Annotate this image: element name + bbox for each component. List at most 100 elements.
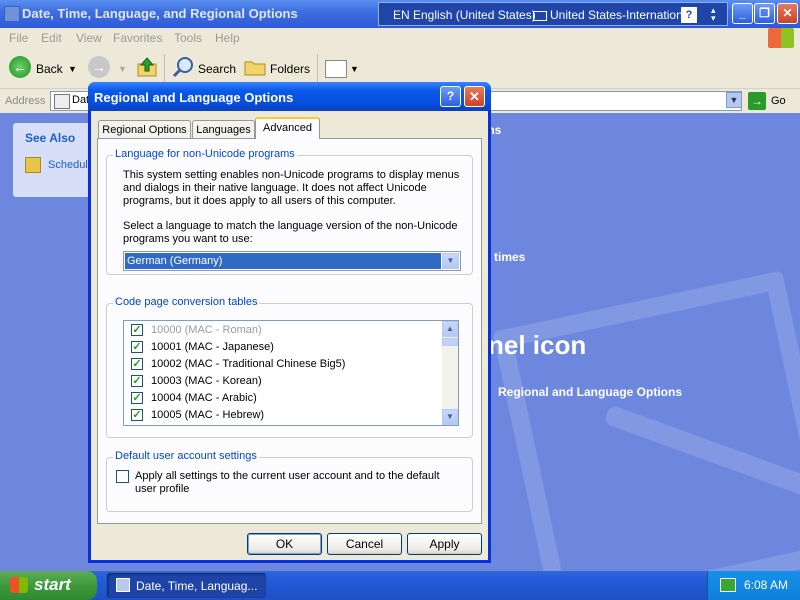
search-button[interactable]: Search [198,62,236,76]
tab-languages[interactable]: Languages [192,120,255,138]
see-also-scheduled-tasks-link[interactable]: Schedule [48,159,94,171]
go-button[interactable]: Go [771,95,786,107]
list-item[interactable]: ✓ 10002 (MAC - Traditional Chinese Big5) [124,356,442,373]
list-item[interactable]: ✓ 10004 (MAC - Arabic) [124,390,442,407]
views-dropdown-icon[interactable]: ▼ [350,64,359,74]
restore-button[interactable]: ❐ [754,3,775,24]
start-label: start [34,575,71,594]
close-button[interactable]: ✕ [777,3,798,24]
minimize-button[interactable]: _ [732,3,753,24]
checkbox[interactable]: ✓ [131,358,143,370]
apply-to-default-user-checkbox[interactable] [116,470,129,483]
clock[interactable]: 6:08 AM [744,578,788,592]
explorer-title-bar[interactable]: Date, Time, Language, and Regional Optio… [0,0,800,28]
scroll-down-icon[interactable]: ▼ [442,409,458,425]
see-also-header: See Also [25,131,76,145]
toolbar-separator [164,54,165,82]
scheduled-tasks-icon [25,157,41,173]
views-icon[interactable] [325,60,347,78]
non-unicode-description: This system setting enables non-Unicode … [123,169,460,207]
start-button[interactable]: start [0,571,97,600]
address-value: Dat [72,94,90,106]
control-panel-icon [4,6,20,22]
input-language[interactable]: EN English (United States) [393,8,536,22]
dialog-title-bar[interactable]: Regional and Language Options ? ✕ [88,82,491,111]
checkbox[interactable]: ✓ [131,375,143,387]
regional-language-options-link[interactable]: Regional and Language Options [498,385,682,399]
code-page-label: 10000 (MAC - Roman) [151,324,262,336]
menu-favorites[interactable]: Favorites [113,31,162,45]
menu-bar: File Edit View Favorites Tools Help [0,28,800,49]
language-bar-options-icon[interactable]: ▴ ▾ [711,6,716,23]
keyboard-layout[interactable]: United States-International [533,8,692,22]
list-item[interactable]: ✓ 10000 (MAC - Roman) [124,322,442,339]
back-dropdown-icon[interactable]: ▼ [68,64,77,74]
taskbar-item-label: Date, Time, Languag... [136,579,258,593]
list-item[interactable]: ✓ 10001 (MAC - Japanese) [124,339,442,356]
dialog-help-button[interactable]: ? [440,86,461,107]
back-button[interactable]: Back [36,62,63,76]
taskbar-item-control-panel[interactable]: Date, Time, Languag... [107,573,266,598]
cancel-button[interactable]: Cancel [327,533,402,555]
dialog-close-button[interactable]: ✕ [464,86,485,107]
checkbox[interactable]: ✓ [131,409,143,421]
advanced-tab-panel: Language for non-Unicode programs This s… [97,138,482,524]
default-user-group: Default user account settings Apply all … [106,450,473,512]
code-page-label: 10004 (MAC - Arabic) [151,392,257,404]
menu-tools[interactable]: Tools [174,31,202,45]
keyboard-icon [533,10,547,21]
dialog-title: Regional and Language Options [94,90,294,105]
go-arrow-icon[interactable]: → [748,92,766,110]
folders-button[interactable]: Folders [270,62,310,76]
forward-arrow-icon[interactable]: → [88,56,110,78]
non-unicode-group: Language for non-Unicode programs This s… [106,148,473,275]
code-page-legend: Code page conversion tables [113,296,260,308]
non-unicode-language-select[interactable]: German (Germany) ▼ [123,251,461,271]
back-arrow-icon[interactable]: ← [9,56,31,78]
see-also-panel: See Also Schedule [13,123,99,197]
windows-flag-icon [10,577,28,593]
scroll-up-icon[interactable]: ▲ [442,321,458,337]
scroll-thumb[interactable] [442,338,458,346]
language-bar-help-icon[interactable]: ? [681,7,697,23]
menu-help[interactable]: Help [215,31,240,45]
checkbox[interactable]: ✓ [131,392,143,404]
tab-regional-options[interactable]: Regional Options [98,120,191,138]
forward-dropdown-icon[interactable]: ▼ [118,64,127,74]
list-item[interactable]: ✓ 10003 (MAC - Korean) [124,373,442,390]
window-title: Date, Time, Language, and Regional Optio… [22,6,298,21]
language-bar[interactable]: EN English (United States) United States… [378,2,728,26]
folders-icon[interactable] [244,58,266,76]
code-page-scrollbar[interactable]: ▲ ▼ [442,321,458,425]
menu-view[interactable]: View [76,31,102,45]
code-page-group: Code page conversion tables ✓ 10000 (MAC… [106,296,473,438]
non-unicode-legend: Language for non-Unicode programs [113,148,297,160]
content-task-fragment[interactable]: times [494,250,525,264]
regional-language-options-dialog: Regional and Language Options ? ✕ Region… [88,82,491,563]
select-language-instruction: Select a language to match the language … [123,220,458,245]
up-folder-icon[interactable] [136,56,158,78]
menu-edit[interactable]: Edit [41,31,62,45]
checkbox[interactable]: ✓ [131,341,143,353]
toolbar-separator [317,54,318,82]
checkbox[interactable]: ✓ [131,324,143,336]
list-item[interactable]: ✓ 10005 (MAC - Hebrew) [124,407,442,424]
chevron-down-icon[interactable]: ▼ [442,253,459,269]
control-panel-icon [116,578,130,592]
code-page-label: 10003 (MAC - Korean) [151,375,262,387]
selected-language: German (Germany) [125,253,441,269]
tab-advanced[interactable]: Advanced [255,117,320,139]
tray-app-icon[interactable] [720,578,736,592]
address-dropdown-icon[interactable]: ▼ [726,92,742,108]
apply-button[interactable]: Apply [407,533,482,555]
default-user-legend: Default user account settings [113,450,259,462]
code-page-label: 10005 (MAC - Hebrew) [151,409,265,421]
apply-to-default-user-label[interactable]: Apply all settings to the current user a… [135,470,440,496]
code-page-list[interactable]: ✓ 10000 (MAC - Roman) ✓ 10001 (MAC - Jap… [123,320,459,426]
search-icon[interactable] [172,56,194,78]
menu-file[interactable]: File [9,31,28,45]
ok-button[interactable]: OK [247,533,322,555]
content-pick-icon-heading: nel icon [488,330,587,360]
address-location-icon [54,94,70,109]
address-label: Address [5,95,46,107]
